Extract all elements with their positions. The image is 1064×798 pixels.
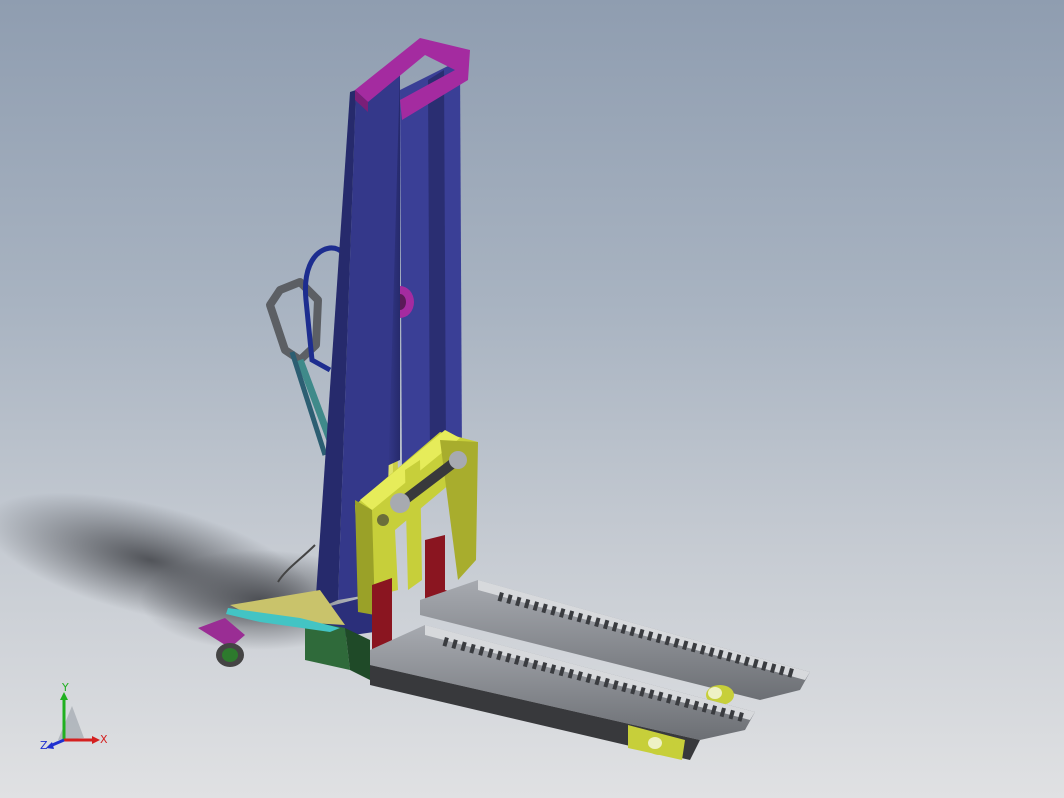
triad-z-label: Z	[40, 739, 48, 752]
push-handle	[266, 278, 334, 470]
3d-model-stacker[interactable]	[0, 0, 1064, 798]
view-orientation-triad[interactable]: X Y Z	[34, 678, 114, 758]
graphics-viewport[interactable]: X Y Z	[0, 0, 1064, 798]
triad-y-label: Y	[62, 681, 69, 694]
triad-x-label: X	[100, 733, 108, 746]
mast-rear-rail	[400, 60, 462, 480]
